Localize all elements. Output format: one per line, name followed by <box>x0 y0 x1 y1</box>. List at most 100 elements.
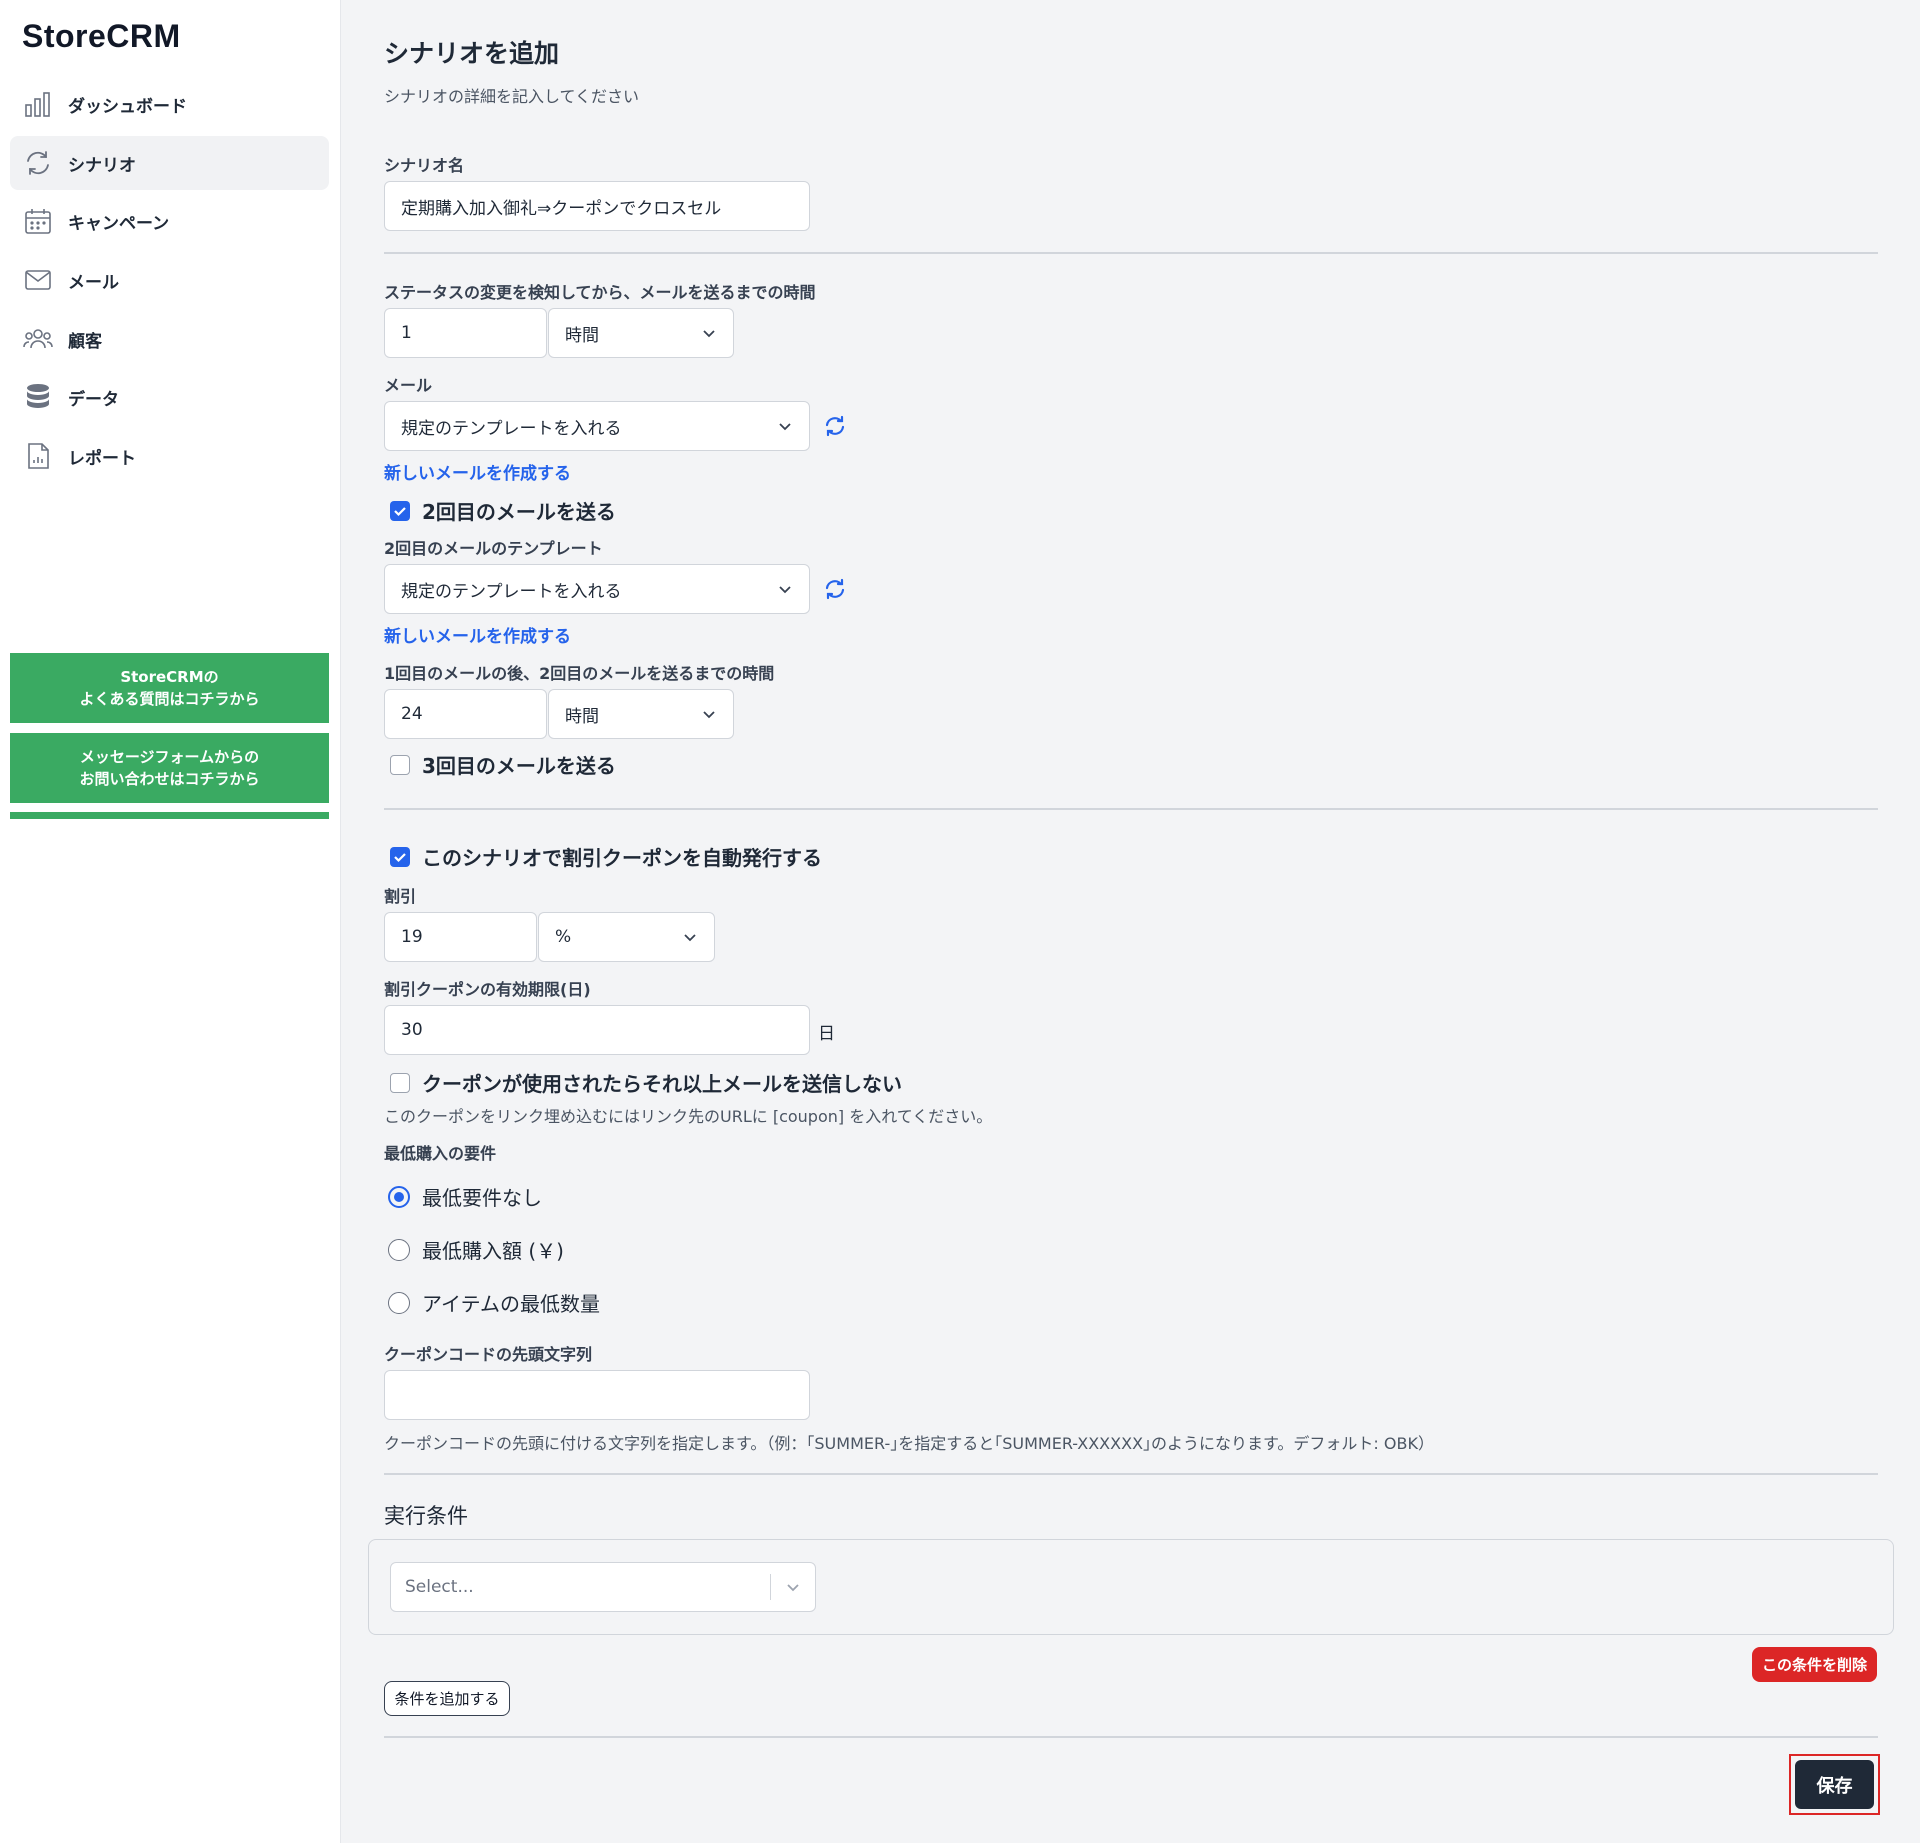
second-mail-checkbox[interactable]: 2回目のメールを送る <box>390 496 616 525</box>
second-template-value: 規定のテンプレートを入れる <box>401 581 622 602</box>
delay-unit-value: 時間 <box>565 325 599 346</box>
sidebar-item-label: データ <box>68 389 119 410</box>
second-delay-label: 1回目のメールの後、2回目のメールを送るまでの時間 <box>384 664 775 683</box>
mail-template-select[interactable]: 規定のテンプレートを入れる <box>384 401 810 451</box>
second-delay-unit-select[interactable]: 時間 <box>548 689 734 739</box>
discount-unit-select[interactable]: % <box>538 912 715 962</box>
validity-suffix: 日 <box>818 1024 835 1044</box>
chevron-down-icon <box>779 586 791 594</box>
condition-select[interactable]: Select... <box>390 1562 816 1612</box>
sidebar-item-label: ダッシュボード <box>68 96 187 117</box>
mail-template-value: 規定のテンプレートを入れる <box>401 418 622 439</box>
sidebar-item-campaign[interactable]: キャンペーン <box>10 194 329 248</box>
discount-unit-value: % <box>555 927 572 947</box>
stop-after-use-checkbox[interactable]: クーポンが使用されたらそれ以上メールを送信しない <box>390 1068 902 1097</box>
delete-condition-button[interactable]: この条件を削除 <box>1752 1647 1877 1682</box>
section-divider <box>384 252 1878 254</box>
scenario-name-value: 定期購入加入御礼⇒クーポンでクロスセル <box>401 198 722 219</box>
sidebar-item-customers[interactable]: 顧客 <box>10 312 329 366</box>
contact-button-label: メッセージフォームからの お問い合わせはコチラから <box>79 748 260 788</box>
radio-label: アイテムの最低数量 <box>422 1292 600 1316</box>
delay-label: ステータスの変更を検知してから、メールを送るまでの時間 <box>384 283 816 302</box>
prefix-input[interactable] <box>384 1370 810 1420</box>
refresh-templates-icon[interactable] <box>823 414 847 442</box>
checkbox-unchecked <box>390 754 410 775</box>
bar-chart-icon <box>22 88 54 120</box>
sidebar-item-dashboard[interactable]: ダッシュボード <box>10 77 329 131</box>
contact-button[interactable]: メッセージフォームからの お問い合わせはコチラから <box>10 733 329 803</box>
radio-selected <box>388 1185 410 1208</box>
discount-value: 19 <box>401 927 423 947</box>
page-subtitle: シナリオの詳細を記入してください <box>384 87 640 106</box>
discount-label: 割引 <box>384 887 417 906</box>
radio-unselected <box>388 1291 410 1314</box>
second-new-mail-link[interactable]: 新しいメールを作成する <box>384 622 571 647</box>
page-title: シナリオを追加 <box>384 39 560 68</box>
delay-value: 1 <box>401 323 412 343</box>
coupon-checkbox[interactable]: このシナリオで割引クーポンを自動発行する <box>390 842 822 871</box>
second-mail-checkbox-label: 2回目のメールを送る <box>422 500 616 524</box>
sidebar-item-label: メール <box>68 272 119 293</box>
delay-unit-select[interactable]: 時間 <box>548 308 734 358</box>
radio-label: 最低購入額 (￥) <box>422 1239 564 1263</box>
sidebar-item-mail[interactable]: メール <box>10 253 329 307</box>
mail-label: メール <box>384 376 433 395</box>
radio-label: 最低要件なし <box>422 1186 542 1210</box>
sidebar-item-label: 顧客 <box>68 331 102 352</box>
sidebar-item-label: キャンペーン <box>68 213 170 234</box>
section-divider <box>384 1736 1878 1738</box>
scenario-name-label: シナリオ名 <box>384 156 465 175</box>
save-button[interactable]: 保存 <box>1795 1760 1874 1809</box>
third-mail-checkbox-label: 3回目のメールを送る <box>422 754 616 778</box>
database-icon <box>22 381 54 413</box>
coupon-link-hint: このクーポンをリンク埋め込むにはリンク先のURLに [coupon] を入れてく… <box>384 1107 993 1126</box>
chevron-down-icon <box>703 711 715 719</box>
second-delay-unit-value: 時間 <box>565 706 599 727</box>
refresh-templates-icon[interactable] <box>823 577 847 605</box>
report-icon <box>22 440 54 472</box>
prefix-hint: クーポンコードの先頭に付ける文字列を指定します。（例：｢SUMMER-｣を指定す… <box>384 1434 1434 1453</box>
chevron-down-icon <box>787 1584 799 1592</box>
add-condition-button[interactable]: 条件を追加する <box>384 1681 510 1716</box>
conditions-title: 実行条件 <box>384 1504 468 1528</box>
discount-input[interactable]: 19 <box>384 912 537 962</box>
faq-button-label: StoreCRMの よくある質問はコチラから <box>79 668 260 708</box>
prefix-label: クーポンコードの先頭文字列 <box>384 1345 593 1364</box>
sidebar-item-label: シナリオ <box>68 155 136 176</box>
third-mail-checkbox[interactable]: 3回目のメールを送る <box>390 750 616 779</box>
coupon-checkbox-label: このシナリオで割引クーポンを自動発行する <box>422 846 822 870</box>
min-option-quantity[interactable]: アイテムの最低数量 <box>388 1288 600 1317</box>
second-template-label: 2回目のメールのテンプレート <box>384 539 603 558</box>
new-mail-link[interactable]: 新しいメールを作成する <box>384 459 571 484</box>
checkbox-unchecked <box>390 1072 410 1093</box>
section-divider <box>384 1473 1878 1475</box>
min-option-amount[interactable]: 最低購入額 (￥) <box>388 1235 564 1264</box>
sidebar-item-data[interactable]: データ <box>10 370 329 424</box>
validity-label: 割引クーポンの有効期限(日) <box>384 980 591 999</box>
app-logo: StoreCRM <box>22 18 181 54</box>
condition-select-placeholder: Select... <box>405 1577 474 1597</box>
radio-unselected <box>388 1238 410 1261</box>
delay-input[interactable]: 1 <box>384 308 547 358</box>
users-icon <box>22 323 54 355</box>
validity-input[interactable]: 30 <box>384 1005 810 1055</box>
calendar-icon <box>22 205 54 237</box>
faq-button[interactable]: StoreCRMの よくある質問はコチラから <box>10 653 329 723</box>
checkbox-checked <box>390 846 410 867</box>
second-template-select[interactable]: 規定のテンプレートを入れる <box>384 564 810 614</box>
scenario-name-input[interactable]: 定期購入加入御礼⇒クーポンでクロスセル <box>384 181 810 231</box>
sidebar-accent-strip <box>10 812 329 819</box>
select-separator <box>770 1574 771 1600</box>
sidebar: StoreCRM ダッシュボード シナリオ キャンペーン メール 顧客 データ <box>0 0 341 1843</box>
min-option-none[interactable]: 最低要件なし <box>388 1182 542 1211</box>
second-delay-value: 24 <box>401 704 423 724</box>
chevron-down-icon <box>703 330 715 338</box>
refresh-icon <box>22 147 54 179</box>
sidebar-item-report[interactable]: レポート <box>10 429 329 483</box>
stop-after-use-checkbox-label: クーポンが使用されたらそれ以上メールを送信しない <box>422 1072 902 1096</box>
chevron-down-icon <box>684 934 696 942</box>
sidebar-item-label: レポート <box>68 448 136 469</box>
chevron-down-icon <box>779 423 791 431</box>
sidebar-item-scenario[interactable]: シナリオ <box>10 136 329 190</box>
second-delay-input[interactable]: 24 <box>384 689 547 739</box>
